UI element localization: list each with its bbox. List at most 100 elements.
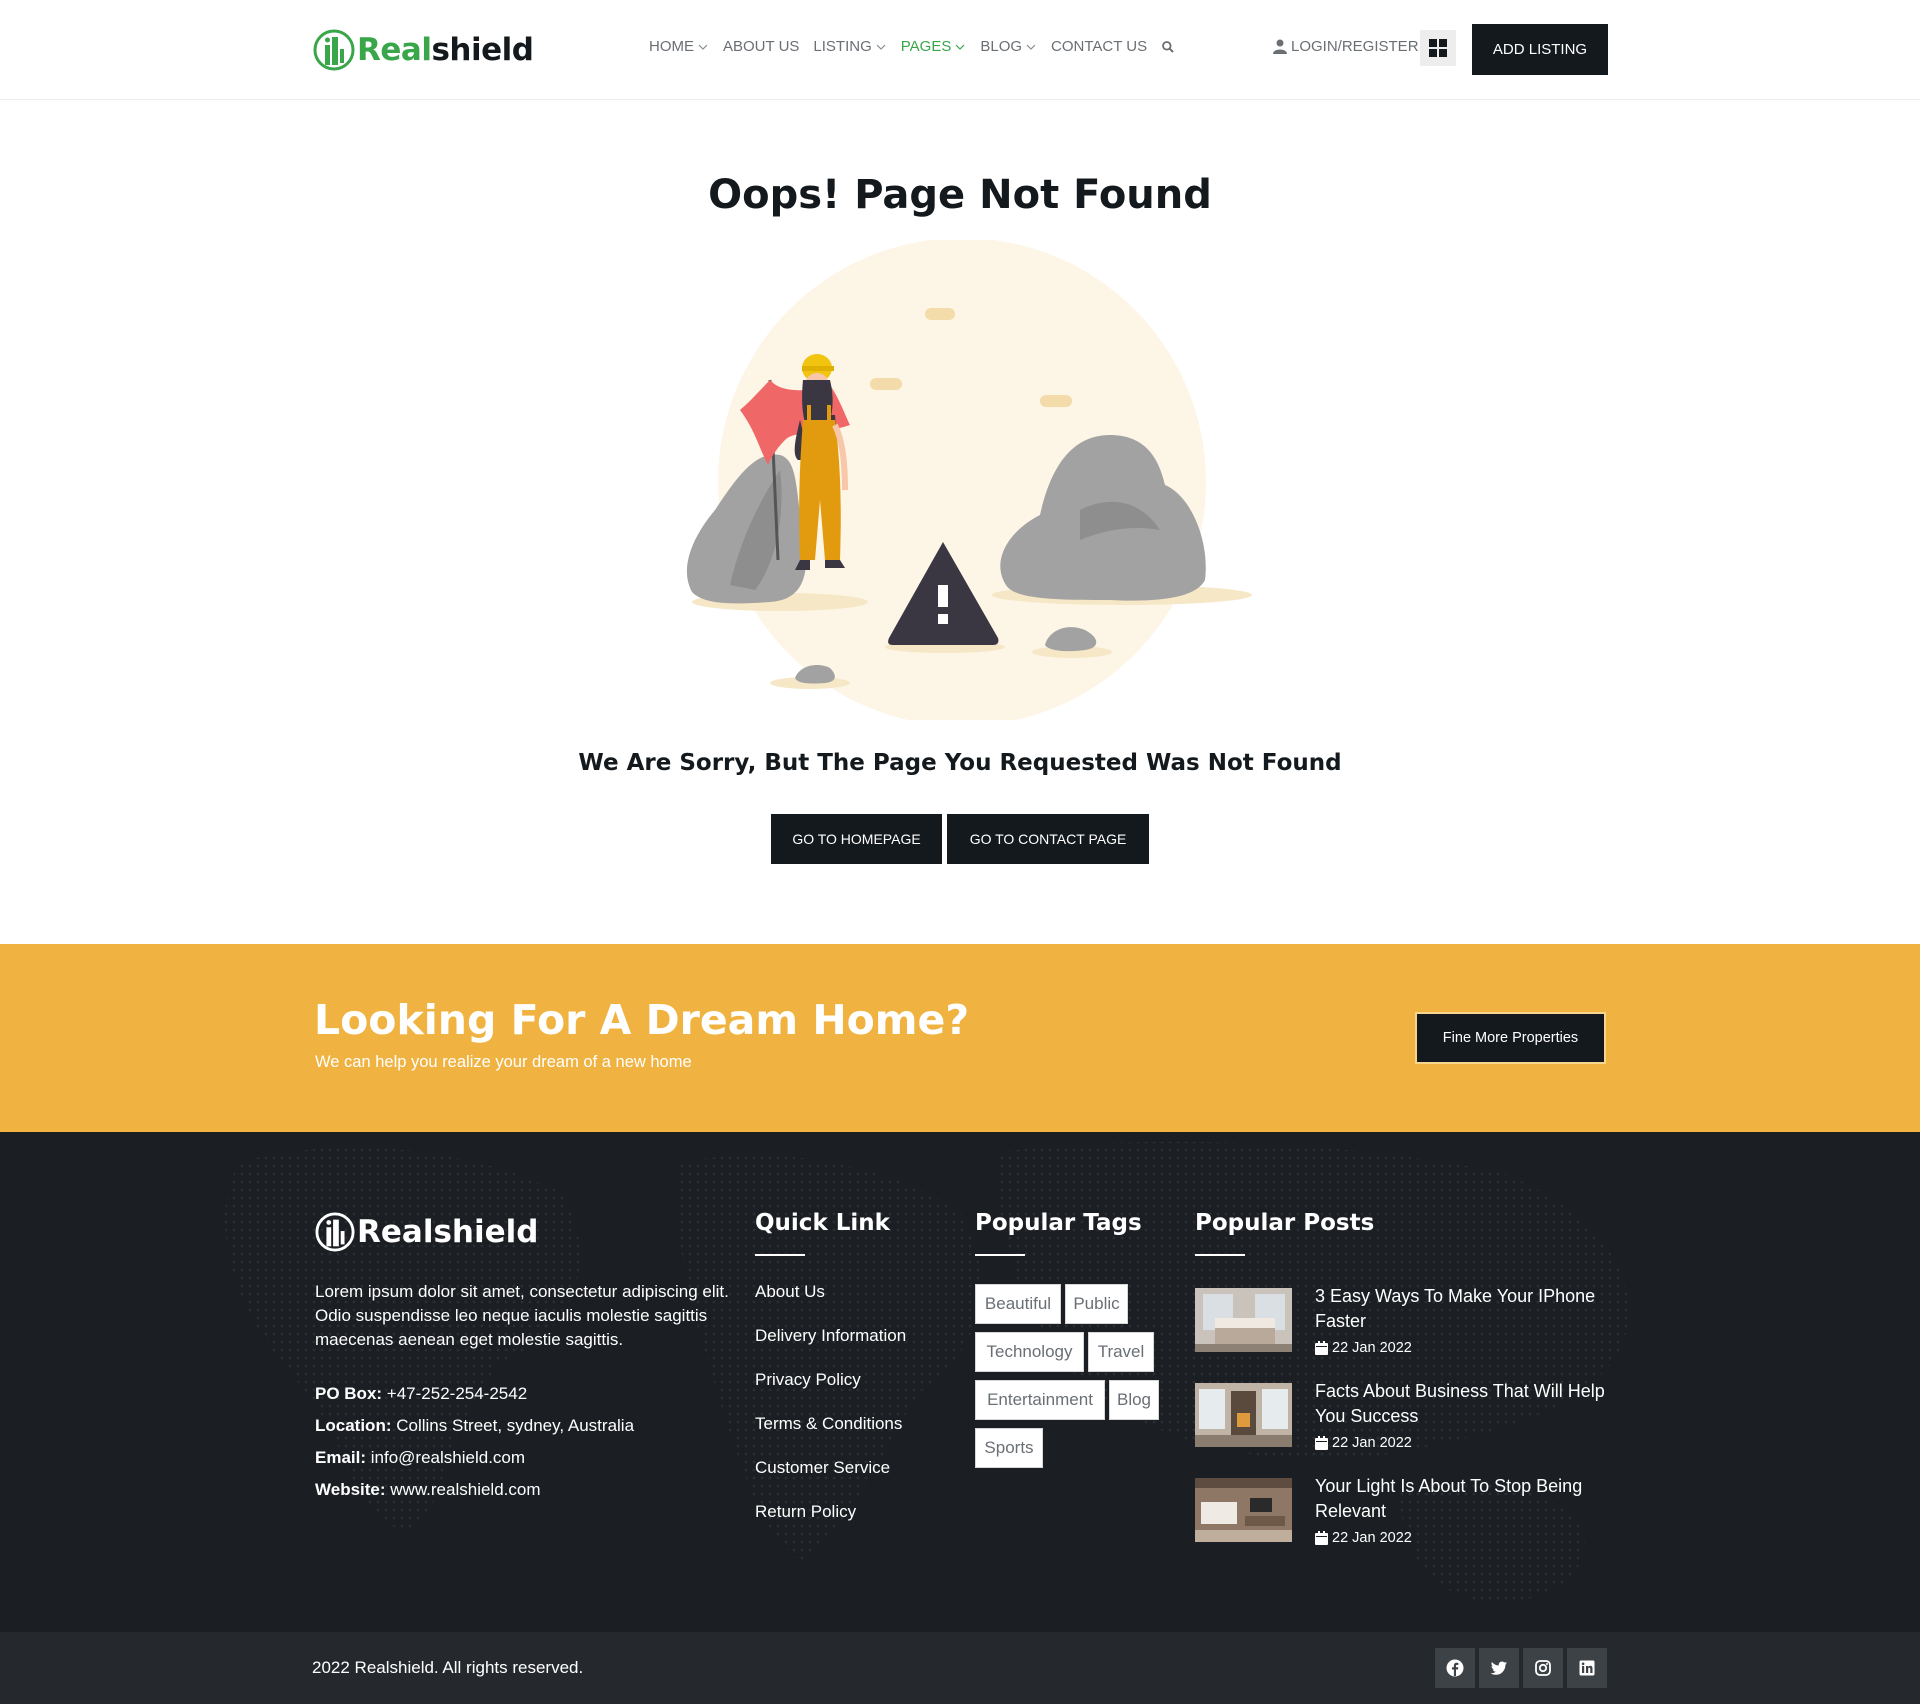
brand-name-green: Real bbox=[357, 32, 432, 68]
logo-mark-icon bbox=[313, 29, 355, 71]
quick-link-about-us[interactable]: About Us bbox=[755, 1282, 906, 1326]
chevron-down-icon bbox=[876, 44, 886, 50]
twitter-icon bbox=[1490, 1661, 1507, 1675]
footer-about-text: Lorem ipsum dolor sit amet, consectetur … bbox=[315, 1282, 729, 1349]
footer-logo[interactable]: Realshield bbox=[315, 1212, 538, 1252]
tag-item[interactable]: Travel bbox=[1088, 1332, 1154, 1372]
popular-tags-heading: Popular Tags bbox=[975, 1210, 1142, 1256]
cta-title: Looking For A Dream Home? bbox=[314, 996, 970, 1044]
instagram-link[interactable] bbox=[1523, 1648, 1563, 1688]
find-more-properties-button[interactable]: Fine More Properties bbox=[1415, 1012, 1606, 1064]
grid-menu-button[interactable] bbox=[1420, 30, 1456, 66]
calendar-icon bbox=[1315, 1341, 1328, 1355]
contact-value[interactable]: www.realshield.com bbox=[390, 1480, 540, 1499]
tag-item[interactable]: Beautiful bbox=[975, 1284, 1061, 1324]
nav-item-label: BLOG bbox=[980, 38, 1023, 55]
contact-label: Website: bbox=[315, 1480, 386, 1499]
chevron-down-icon bbox=[1026, 44, 1036, 50]
nav-item-listing[interactable]: LISTING bbox=[813, 38, 886, 55]
contact-label: PO Box: bbox=[315, 1384, 383, 1403]
brand-name-dark: shield bbox=[431, 32, 534, 68]
logo-mark-icon bbox=[315, 1212, 355, 1252]
chevron-down-icon bbox=[955, 44, 965, 50]
nav-item-blog[interactable]: BLOG bbox=[980, 38, 1037, 55]
quick-link-customer-service[interactable]: Customer Service bbox=[755, 1458, 906, 1502]
linkedin-icon bbox=[1579, 1660, 1595, 1676]
living-room-photo bbox=[1195, 1383, 1292, 1447]
quick-link-return-policy[interactable]: Return Policy bbox=[755, 1502, 906, 1546]
quick-link-heading: Quick Link bbox=[755, 1210, 890, 1256]
copyright-bar: 2022 Realshield. All rights reserved. bbox=[0, 1632, 1920, 1704]
linkedin-link[interactable] bbox=[1567, 1648, 1607, 1688]
post-thumbnail[interactable] bbox=[1195, 1383, 1292, 1447]
bedroom-photo bbox=[1195, 1288, 1292, 1352]
quick-link-delivery-information[interactable]: Delivery Information bbox=[755, 1326, 906, 1370]
post-thumbnail[interactable] bbox=[1195, 1288, 1292, 1352]
nav-item-about-us[interactable]: ABOUT US bbox=[723, 38, 799, 55]
go-to-homepage-button[interactable]: GO TO HOMEPAGE bbox=[771, 814, 942, 864]
tag-item[interactable]: Blog bbox=[1109, 1380, 1159, 1420]
popular-post-item: Your Light Is About To Stop Being Releva… bbox=[1195, 1474, 1615, 1554]
popular-post-item: Facts About Business That Will Help You … bbox=[1195, 1379, 1615, 1459]
contact-po-box: PO Box: +47-252-254-2542 bbox=[315, 1378, 634, 1410]
brand-name: Realshield bbox=[357, 32, 534, 68]
login-label: LOGIN/REGISTER bbox=[1291, 38, 1419, 55]
copyright-text: 2022 Realshield. All rights reserved. bbox=[312, 1658, 584, 1677]
popular-posts-heading: Popular Posts bbox=[1195, 1210, 1375, 1256]
post-date: 22 Jan 2022 bbox=[1315, 1435, 1412, 1451]
facebook-icon bbox=[1446, 1659, 1464, 1677]
page-not-found-illustration bbox=[686, 240, 1252, 720]
footer-contact-info: PO Box: +47-252-254-2542 Location: Colli… bbox=[315, 1378, 634, 1506]
quick-link-terms-conditions[interactable]: Terms & Conditions bbox=[755, 1414, 906, 1458]
instagram-icon bbox=[1535, 1660, 1551, 1676]
post-date-label: 22 Jan 2022 bbox=[1332, 1340, 1412, 1356]
contact-label: Email: bbox=[315, 1448, 367, 1467]
site-header: Realshield HOME ABOUT US LISTING PAGES B… bbox=[0, 0, 1920, 100]
calendar-icon bbox=[1315, 1531, 1328, 1545]
quick-links-list: About Us Delivery Information Privacy Po… bbox=[755, 1282, 906, 1546]
post-thumbnail[interactable] bbox=[1195, 1478, 1292, 1542]
main-nav: HOME ABOUT US LISTING PAGES BLOG CONTACT… bbox=[649, 38, 1175, 55]
contact-value: Collins Street, sydney, Australia bbox=[396, 1416, 635, 1435]
contact-value[interactable]: info@realshield.com bbox=[371, 1448, 525, 1467]
tag-item[interactable]: Public bbox=[1065, 1284, 1128, 1324]
tag-item[interactable]: Sports bbox=[975, 1428, 1043, 1468]
post-title[interactable]: 3 Easy Ways To Make Your IPhone Faster bbox=[1315, 1284, 1615, 1334]
nav-item-contact-us[interactable]: CONTACT US bbox=[1051, 38, 1147, 55]
post-title[interactable]: Facts About Business That Will Help You … bbox=[1315, 1379, 1615, 1429]
facebook-link[interactable] bbox=[1435, 1648, 1475, 1688]
post-date-label: 22 Jan 2022 bbox=[1332, 1530, 1412, 1546]
tag-item[interactable]: Entertainment bbox=[975, 1380, 1105, 1420]
chevron-down-icon bbox=[698, 44, 708, 50]
nav-item-label: HOME bbox=[649, 38, 694, 55]
quick-link-privacy-policy[interactable]: Privacy Policy bbox=[755, 1370, 906, 1414]
site-footer: Realshield Lorem ipsum dolor sit amet, c… bbox=[0, 1132, 1920, 1632]
footer-brand-name: Realshield bbox=[357, 1214, 539, 1250]
nav-item-label: LISTING bbox=[813, 38, 872, 55]
add-listing-button[interactable]: ADD LISTING bbox=[1472, 24, 1608, 75]
page-title: Oops! Page Not Found bbox=[708, 172, 1212, 218]
nav-item-home[interactable]: HOME bbox=[649, 38, 709, 55]
cta-subtitle: We can help you realize your dream of a … bbox=[315, 1053, 692, 1071]
post-date: 22 Jan 2022 bbox=[1315, 1530, 1412, 1546]
brand-logo[interactable]: Realshield bbox=[313, 28, 534, 72]
contact-location: Location: Collins Street, sydney, Austra… bbox=[315, 1410, 634, 1442]
contact-value: +47-252-254-2542 bbox=[386, 1384, 528, 1403]
error-message: We Are Sorry, But The Page You Requested… bbox=[578, 750, 1342, 776]
cta-banner: Looking For A Dream Home? We can help yo… bbox=[0, 944, 1920, 1132]
contact-email: Email: info@realshield.com bbox=[315, 1442, 634, 1474]
contact-website: Website: www.realshield.com bbox=[315, 1474, 634, 1506]
login-register-link[interactable]: LOGIN/REGISTER bbox=[1273, 38, 1419, 55]
nav-item-label: PAGES bbox=[900, 38, 952, 55]
hotel-room-photo bbox=[1195, 1478, 1292, 1542]
calendar-icon bbox=[1315, 1436, 1328, 1450]
contact-label: Location: bbox=[315, 1416, 392, 1435]
post-date-label: 22 Jan 2022 bbox=[1332, 1435, 1412, 1451]
post-title[interactable]: Your Light Is About To Stop Being Releva… bbox=[1315, 1474, 1615, 1524]
twitter-link[interactable] bbox=[1479, 1648, 1519, 1688]
tag-item[interactable]: Technology bbox=[975, 1332, 1084, 1372]
go-to-contact-page-button[interactable]: GO TO CONTACT PAGE bbox=[947, 814, 1149, 864]
nav-item-pages[interactable]: PAGES bbox=[901, 38, 967, 55]
search-icon[interactable] bbox=[1161, 40, 1175, 54]
user-icon bbox=[1273, 39, 1287, 54]
